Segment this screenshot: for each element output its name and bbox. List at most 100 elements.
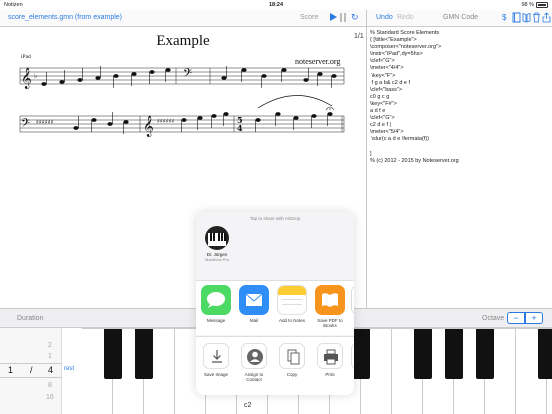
redo-button[interactable]: Redo xyxy=(397,14,414,21)
share-item-label: Save PDF to iBooks xyxy=(317,318,343,328)
status-bar: Notizen 18:24 98 % xyxy=(0,0,552,10)
columns-icon[interactable] xyxy=(522,12,531,23)
mail-icon xyxy=(239,285,269,315)
book-icon[interactable] xyxy=(512,12,521,23)
airdrop-hint: Tap to share with AirDrop xyxy=(249,216,301,221)
share-item-label: Mail xyxy=(249,318,259,323)
octave-up-button[interactable]: + xyxy=(525,312,543,324)
code-line: c2 d e f | xyxy=(370,122,391,129)
svg-text:♭: ♭ xyxy=(34,72,37,80)
key-label: c2 xyxy=(244,402,252,409)
duration-numerator[interactable]: 1 xyxy=(8,365,13,375)
duration-picker[interactable]: 2 1 1 / 4 8 16 xyxy=(0,328,62,414)
picker-selection-line xyxy=(0,377,62,378)
print-icon xyxy=(317,343,343,369)
code-line: \clef<"bass"> xyxy=(370,86,403,93)
share-item-label: Message xyxy=(206,318,226,323)
share-icon[interactable] xyxy=(542,12,551,23)
numerator-option[interactable]: 2 xyxy=(48,342,52,349)
code-line: \composer<"noteserver.org"> xyxy=(370,44,442,51)
code-line: \slur(c a d e \fermata(f)) xyxy=(370,136,429,143)
airdrop-device[interactable]: Dr. Jürgen MacBook Pro xyxy=(200,226,234,262)
pause-icon[interactable] xyxy=(340,13,347,22)
reload-icon[interactable]: ↻ xyxy=(351,12,359,22)
code-line: \key<"F"> xyxy=(370,72,396,79)
contact-icon xyxy=(241,343,267,369)
code-line: \key<"F#"> xyxy=(370,100,397,107)
score-label: Score xyxy=(300,14,319,21)
rest-button[interactable]: rest xyxy=(64,366,74,372)
bass-clef-icon: 𝄢 xyxy=(183,67,192,83)
svg-text:♯♯♯♯♯♯: ♯♯♯♯♯♯ xyxy=(36,119,54,126)
code-line: f g a b& c2 d e f xyxy=(370,79,411,86)
code-toolbar: Undo Redo GMN Code $ xyxy=(367,10,552,27)
code-line: { [\title<"Example"> xyxy=(370,37,417,44)
code-line: \instr<"iPad",dy=5hs> xyxy=(370,51,423,58)
black-key[interactable] xyxy=(538,329,552,379)
clock: 18:24 xyxy=(268,2,284,8)
share-item-message[interactable]: Message xyxy=(199,285,233,323)
black-key[interactable] xyxy=(414,329,432,379)
gmn-code-editor[interactable]: % Standard Score Elements{ [\title<"Exam… xyxy=(368,28,552,308)
trash-icon[interactable] xyxy=(532,12,541,23)
black-key[interactable] xyxy=(352,329,370,379)
duration-label: Duration xyxy=(17,315,44,322)
action-copy[interactable]: Copy xyxy=(275,341,309,377)
action-print[interactable]: Print xyxy=(313,341,347,377)
share-item-label: Add to Notes xyxy=(278,318,305,323)
svg-text:4: 4 xyxy=(237,123,243,133)
code-line: % Standard Score Elements xyxy=(370,30,440,36)
play-icon[interactable] xyxy=(330,13,337,21)
next-app-peek[interactable] xyxy=(351,285,354,315)
staff-1-symbols: 𝄞 ♭ 𝄢 xyxy=(21,66,337,89)
notes-icon xyxy=(277,285,307,315)
document-title[interactable]: score_elements.gmn (from example) xyxy=(8,14,122,21)
action-label: Print xyxy=(325,372,335,377)
device-subtitle: MacBook Pro xyxy=(204,257,229,262)
share-item-notes[interactable]: Add to Notes xyxy=(275,285,309,323)
code-line: % (c) 2012 - 2015 by Noteserver.org xyxy=(370,157,459,164)
device-avatar xyxy=(205,226,229,250)
battery-icon xyxy=(536,2,548,8)
copy-icon xyxy=(279,343,305,369)
staff-2-notes xyxy=(73,112,333,134)
black-key[interactable] xyxy=(104,329,122,379)
share-apps-row: Message Mail Add to Notes Save PDF to iB… xyxy=(196,280,354,335)
black-key[interactable] xyxy=(135,329,153,379)
treble-clef-icon-2: 𝄞 xyxy=(143,116,154,137)
message-icon xyxy=(201,285,231,315)
action-assign-contact[interactable]: Assign to Contact xyxy=(237,341,271,382)
code-line: \meter<"4/4"> xyxy=(370,65,404,72)
duration-slash: / xyxy=(30,365,33,375)
code-line: \clef<"G"> xyxy=(370,58,395,65)
undo-button[interactable]: Undo xyxy=(376,14,393,21)
action-save-image[interactable]: Save Image xyxy=(199,341,233,377)
action-label: Copy xyxy=(286,372,298,377)
code-line: \meter<"5/4"> xyxy=(370,129,404,136)
split-divider[interactable] xyxy=(366,10,367,308)
staff-1 xyxy=(19,67,345,85)
code-line: a d f e xyxy=(370,108,386,115)
action-label: Assign to Contact xyxy=(244,372,264,382)
black-key[interactable] xyxy=(476,329,494,379)
score-toolbar: score_elements.gmn (from example) Score … xyxy=(0,10,366,27)
battery-percent: 98 % xyxy=(521,2,534,8)
code-line: \clef<"G"> xyxy=(370,115,395,122)
duration-denominator[interactable]: 4 xyxy=(48,365,53,375)
save-image-icon xyxy=(203,343,229,369)
black-key[interactable] xyxy=(445,329,463,379)
octave-label: Octave xyxy=(482,315,505,322)
numerator-option[interactable]: 1 xyxy=(48,353,52,360)
share-item-mail[interactable]: Mail xyxy=(237,285,271,323)
share-item-ibooks[interactable]: Save PDF to iBooks xyxy=(313,285,347,328)
gmn-code-label: GMN Code xyxy=(443,14,479,21)
dollar-button[interactable]: $ xyxy=(502,13,506,22)
octave-down-button[interactable]: − xyxy=(507,312,525,324)
slur-mark xyxy=(257,95,333,109)
next-action-peek[interactable] xyxy=(351,343,354,369)
denominator-option[interactable]: 8 xyxy=(48,382,52,389)
denominator-option[interactable]: 16 xyxy=(46,394,54,401)
picker-selection-line xyxy=(0,363,62,364)
svg-text:♯♯♯♯♯♯: ♯♯♯♯♯♯ xyxy=(157,118,175,125)
